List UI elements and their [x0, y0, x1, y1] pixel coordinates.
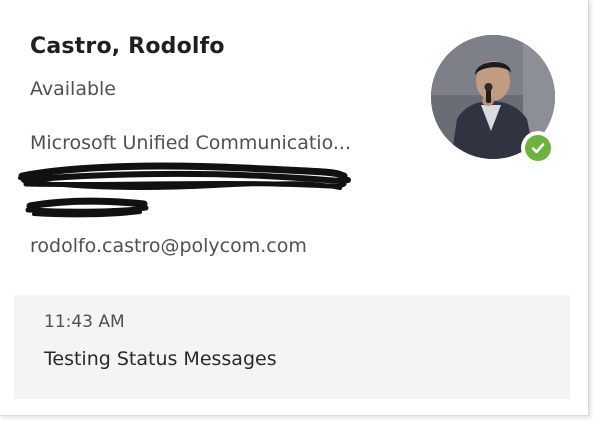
- contact-card: Castro, Rodolfo Available Microsoft Unif…: [0, 0, 589, 416]
- organization-label: Microsoft Unified Communicatio...: [30, 132, 351, 154]
- presence-status: Available: [30, 78, 117, 100]
- contact-name[interactable]: Castro, Rodolfo: [30, 34, 225, 59]
- redaction-scribble: [18, 162, 351, 218]
- note-timestamp: 11:43 AM: [44, 312, 125, 332]
- checkmark-icon: [531, 143, 545, 154]
- presence-badge: [521, 131, 555, 165]
- note-message: Testing Status Messages: [44, 348, 277, 370]
- email-link[interactable]: rodolfo.castro@polycom.com: [30, 235, 307, 257]
- status-note: 11:43 AM Testing Status Messages: [14, 295, 570, 399]
